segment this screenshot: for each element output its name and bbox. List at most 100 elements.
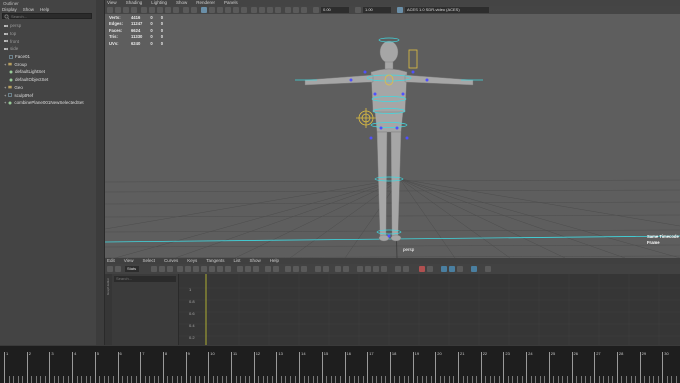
default-material-icon[interactable] [217, 7, 223, 13]
outliner-item-geo[interactable]: + Geo [4, 84, 94, 92]
lights-icon[interactable] [233, 7, 239, 13]
unify-tangents-icon[interactable] [253, 266, 259, 272]
expand-icon[interactable]: + [4, 85, 6, 90]
select-channels-icon[interactable] [485, 266, 491, 272]
timeline-minor-tick [8, 376, 10, 383]
outliner-item-side[interactable]: side [4, 45, 94, 53]
resolution-gate-icon[interactable] [157, 7, 163, 13]
anti-alias-icon[interactable] [267, 7, 273, 13]
gamma-field[interactable]: 1.00 [363, 7, 391, 13]
wireframe-icon[interactable] [201, 7, 207, 13]
step-tangent-icon[interactable] [217, 266, 223, 272]
time-slider[interactable]: 1 2 3 4 5 6 7 8 9 10 11 12 13 14 15 16 17 18 19 20 21 22 23 24 2… [0, 346, 680, 383]
outliner-menu-help[interactable]: Help [40, 7, 49, 12]
trax-editor-icon[interactable] [323, 266, 329, 272]
normalize-icon[interactable] [335, 266, 341, 272]
safe-title-icon[interactable] [191, 7, 197, 13]
motion-blur-icon[interactable] [259, 7, 265, 13]
select-camera-icon[interactable] [107, 7, 113, 13]
flat-tangent-icon[interactable] [209, 266, 215, 272]
outliner-search-input[interactable]: Search... [2, 13, 92, 20]
depth-of-field-icon[interactable] [275, 7, 281, 13]
camera-attributes-icon[interactable] [115, 7, 121, 13]
tangent-display-icon[interactable] [381, 266, 387, 272]
simplify-icon[interactable] [365, 266, 371, 272]
euler-filter-icon[interactable] [373, 266, 379, 272]
outliner-menu-show[interactable]: Show [23, 7, 34, 12]
outliner-item-defaultlightset[interactable]: defaultLightSet [4, 68, 94, 76]
frame-playback-icon[interactable] [159, 266, 165, 272]
color-management-icon[interactable] [397, 7, 403, 13]
center-current-icon[interactable] [167, 266, 173, 272]
graph-editor-outliner[interactable]: Graph Editor Search... [105, 274, 179, 345]
outliner-menu-display[interactable]: Display [2, 7, 17, 12]
xray-joints-icon[interactable] [301, 7, 307, 13]
free-tangent-weight-icon[interactable] [265, 266, 271, 272]
infinity-icon[interactable] [301, 266, 307, 272]
post-infinity-icon[interactable] [293, 266, 299, 272]
lock-tangent-weight-icon[interactable] [273, 266, 279, 272]
shadows-icon[interactable] [241, 7, 247, 13]
expand-icon[interactable]: + [4, 62, 6, 67]
dope-sheet-icon[interactable] [315, 266, 321, 272]
field-chart-icon[interactable] [173, 7, 179, 13]
exposure-field[interactable]: 0.00 [321, 7, 349, 13]
xray-icon[interactable] [293, 7, 299, 13]
spline-tangent-icon[interactable] [185, 266, 191, 272]
gamma-icon[interactable] [355, 7, 361, 13]
expand-icon[interactable]: + [4, 100, 6, 105]
safe-action-icon[interactable] [183, 7, 189, 13]
ambient-occlusion-icon[interactable] [251, 7, 257, 13]
textured-icon[interactable] [225, 7, 231, 13]
outliner-item-persp[interactable]: persp [4, 22, 94, 30]
grid-icon[interactable] [141, 7, 147, 13]
bookmark-icon[interactable] [123, 7, 129, 13]
smooth-shade-icon[interactable] [209, 7, 215, 13]
gate-mask-icon[interactable] [165, 7, 171, 13]
viewport-3d[interactable]: Verts: 4416 0 0 Edges: 11247 0 0 Faces: 6624 0 0 … [105, 14, 680, 258]
group-icon [8, 63, 13, 66]
insert-key-icon[interactable] [115, 266, 121, 272]
pre-infinity-icon[interactable] [285, 266, 291, 272]
colorspace-dropdown[interactable]: ACES 1.0 SDR-video (ACES) [405, 7, 489, 13]
outliner-item-group[interactable]: + Group [4, 60, 94, 68]
panel-divider-strip[interactable] [96, 0, 105, 345]
timeline-tick [26, 352, 28, 383]
snap-icon[interactable] [419, 266, 425, 272]
graph-editor-curve-area[interactable]: 1 0.8 0.6 0.4 0.2 [179, 274, 680, 345]
frame-all-icon[interactable] [151, 266, 157, 272]
normalized-view-icon[interactable] [457, 266, 463, 272]
stacked-view-icon[interactable] [441, 266, 447, 272]
timeline-minor-tick [181, 376, 183, 383]
denormalize-icon[interactable] [343, 266, 349, 272]
clamped-tangent-icon[interactable] [193, 266, 199, 272]
image-plane-icon[interactable] [131, 7, 137, 13]
linear-tangent-icon[interactable] [201, 266, 207, 272]
curve-display-icon[interactable] [427, 266, 433, 272]
outliner-item-sculptref[interactable]: + sculptRef [4, 91, 94, 99]
film-gate-icon[interactable] [149, 7, 155, 13]
auto-load-icon[interactable] [395, 266, 401, 272]
pin-channels-icon[interactable] [471, 266, 477, 272]
isolate-select-icon[interactable] [285, 7, 291, 13]
buffer-curve-icon[interactable] [237, 266, 243, 272]
absolute-view-icon[interactable] [449, 266, 455, 272]
stats-field[interactable]: Stats [125, 266, 139, 272]
outliner-item-combineplane[interactable]: + combinePlane001NewSelectedSet [4, 99, 94, 107]
auto-tangent-icon[interactable] [177, 266, 183, 272]
outliner-item-front[interactable]: front [4, 37, 94, 45]
plateau-tangent-icon[interactable] [225, 266, 231, 272]
expand-icon[interactable]: + [4, 93, 6, 98]
exposure-icon[interactable] [313, 7, 319, 13]
outliner-item-defaultobjectset[interactable]: defaultObjectSet [4, 76, 94, 84]
graph-editor-search-input[interactable]: Search... [114, 276, 176, 282]
load-selected-icon[interactable] [403, 266, 409, 272]
timeline-minor-tick [589, 376, 591, 383]
outliner-item-face01[interactable]: Face01 [4, 53, 94, 61]
timeline-tick [94, 352, 96, 383]
break-tangents-icon[interactable] [245, 266, 251, 272]
resample-icon[interactable] [357, 266, 363, 272]
outliner-item-top[interactable]: top [4, 30, 94, 38]
timeline-minor-tick [112, 376, 114, 383]
move-key-icon[interactable] [107, 266, 113, 272]
